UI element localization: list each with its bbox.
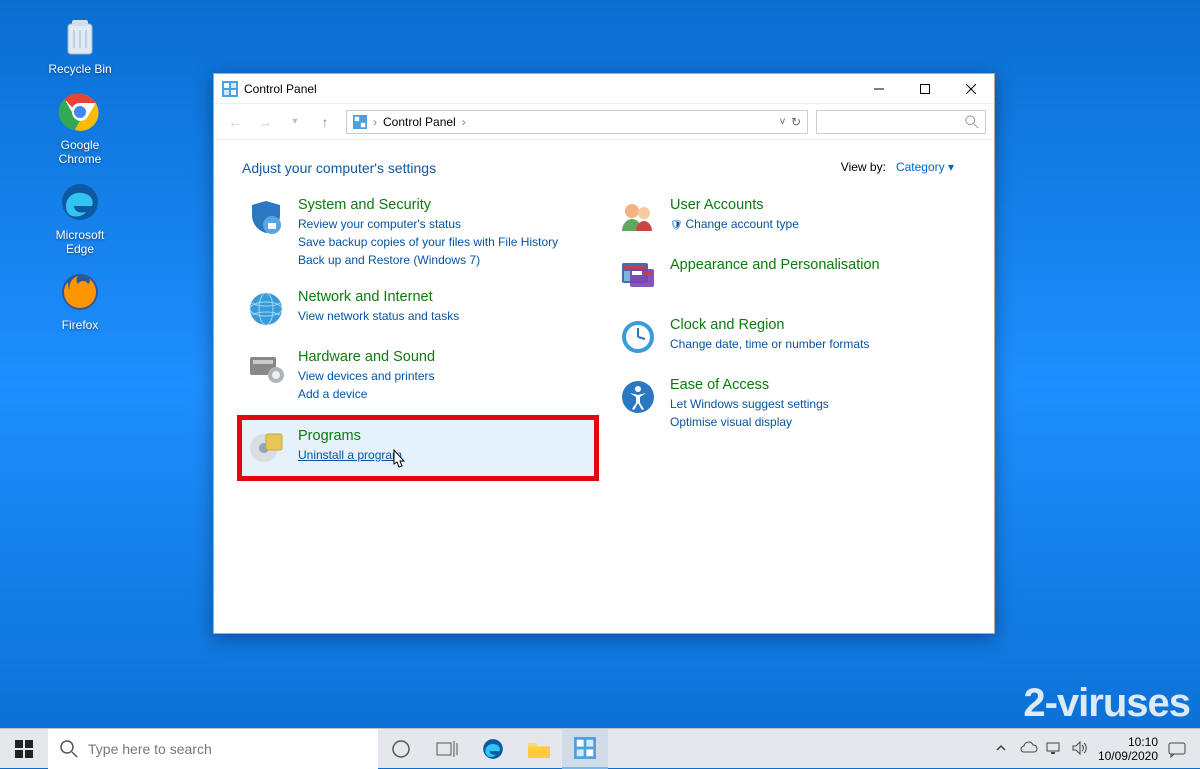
user-accounts-icon	[618, 197, 658, 237]
up-button[interactable]: ↑	[312, 109, 338, 135]
task-view-button[interactable]	[424, 729, 470, 769]
ease-of-access-icon	[618, 377, 658, 417]
control-panel-icon	[353, 115, 367, 129]
search-icon	[965, 115, 979, 129]
control-panel-icon	[222, 81, 238, 97]
category-users: User Accounts Change account type	[614, 194, 966, 240]
address-dropdown-icon[interactable]: v	[780, 116, 785, 127]
volume-icon[interactable]	[1072, 741, 1088, 757]
appearance-icon	[618, 257, 658, 297]
edge-icon	[58, 180, 102, 224]
category-title[interactable]: Ease of Access	[670, 377, 829, 393]
taskbar-search[interactable]: Type here to search	[48, 729, 378, 769]
close-button[interactable]	[948, 74, 994, 104]
taskbar-app-explorer[interactable]	[516, 729, 562, 769]
desktop-icon-chrome[interactable]: Google Chrome	[30, 90, 130, 166]
navbar: ← → ▾ ↑ › Control Panel › v ↻	[214, 104, 994, 140]
taskbar-clock[interactable]: 10:10 10/09/2020	[1098, 735, 1158, 763]
desktop-icon-label: Firefox	[30, 318, 130, 332]
content-area: Adjust your computer's settings View by:…	[214, 140, 994, 510]
category-link[interactable]: Change account type	[670, 215, 799, 235]
category-link[interactable]: View network status and tasks	[298, 307, 459, 325]
programs-icon	[246, 428, 286, 468]
taskbar-search-placeholder: Type here to search	[88, 741, 212, 757]
category-link[interactable]: Review your computer's status	[298, 215, 558, 233]
taskbar-app-edge[interactable]	[470, 729, 516, 769]
category-link[interactable]: Save backup copies of your files with Fi…	[298, 233, 558, 251]
control-panel-window: Control Panel ← → ▾ ↑ › Control Panel ›	[213, 73, 995, 634]
category-ease: Ease of Access Let Windows suggest setti…	[614, 374, 966, 434]
category-link[interactable]: Let Windows suggest settings	[670, 395, 829, 413]
category-link[interactable]: Back up and Restore (Windows 7)	[298, 251, 558, 269]
desktop-icon-label: Recycle Bin	[30, 62, 130, 76]
titlebar: Control Panel	[214, 74, 994, 104]
maximize-button[interactable]	[902, 74, 948, 104]
category-title[interactable]: System and Security	[298, 197, 558, 213]
desktop-icons: Recycle Bin Google Chrome Microsoft Edge…	[0, 10, 160, 346]
breadcrumb-root[interactable]: Control Panel	[383, 115, 456, 129]
desktop-icon-label: Microsoft Edge	[30, 228, 130, 256]
recent-dropdown[interactable]: ▾	[282, 109, 308, 135]
category-system-security: System and Security Review your computer…	[242, 194, 594, 272]
breadcrumb-sep: ›	[462, 115, 466, 129]
category-title[interactable]: Hardware and Sound	[298, 349, 435, 365]
view-by-dropdown[interactable]: Category ▾	[896, 160, 954, 174]
category-title[interactable]: Clock and Region	[670, 317, 869, 333]
uninstall-program-link[interactable]: Uninstall a program	[298, 446, 402, 464]
category-network: Network and Internet View network status…	[242, 286, 594, 332]
search-icon	[60, 740, 78, 758]
network-icon	[246, 289, 286, 329]
firefox-icon	[58, 270, 102, 314]
watermark: 2-viruses	[1023, 681, 1190, 726]
hardware-icon	[246, 349, 286, 389]
taskbar: Type here to search 10:10 10/09/2020	[0, 728, 1200, 768]
category-programs: Programs Uninstall a program	[242, 420, 594, 476]
category-link[interactable]: Change date, time or number formats	[670, 335, 869, 353]
recycle-bin-icon	[58, 14, 102, 58]
desktop-icon-firefox[interactable]: Firefox	[30, 270, 130, 332]
desktop-icon-label: Google Chrome	[30, 138, 130, 166]
category-title[interactable]: Programs	[298, 428, 402, 444]
clock-date: 10/09/2020	[1098, 749, 1158, 763]
category-title[interactable]: Network and Internet	[298, 289, 459, 305]
action-center-icon[interactable]	[1168, 741, 1190, 757]
view-by: View by: Category ▾	[841, 160, 954, 174]
taskbar-app-control-panel[interactable]	[562, 729, 608, 769]
category-title[interactable]: User Accounts	[670, 197, 799, 213]
desktop-icon-edge[interactable]: Microsoft Edge	[30, 180, 130, 256]
onedrive-icon[interactable]	[1020, 741, 1036, 757]
right-column: User Accounts Change account type Appear…	[614, 194, 966, 490]
desktop-icon-recycle-bin[interactable]: Recycle Bin	[30, 14, 130, 76]
forward-button[interactable]: →	[252, 109, 278, 135]
clock-icon	[618, 317, 658, 357]
category-appearance: Appearance and Personalisation	[614, 254, 966, 300]
back-button[interactable]: ←	[222, 109, 248, 135]
network-tray-icon[interactable]	[1046, 741, 1062, 757]
address-bar[interactable]: › Control Panel › v ↻	[346, 110, 808, 134]
category-link[interactable]: View devices and printers	[298, 367, 435, 385]
category-title[interactable]: Appearance and Personalisation	[670, 257, 880, 273]
window-title: Control Panel	[244, 82, 317, 96]
left-column: System and Security Review your computer…	[242, 194, 594, 490]
chrome-icon	[58, 90, 102, 134]
category-link[interactable]: Optimise visual display	[670, 413, 829, 431]
breadcrumb-sep: ›	[373, 115, 377, 129]
category-link[interactable]: Add a device	[298, 385, 435, 403]
minimize-button[interactable]	[856, 74, 902, 104]
category-clock: Clock and Region Change date, time or nu…	[614, 314, 966, 360]
clock-time: 10:10	[1098, 735, 1158, 749]
start-button[interactable]	[0, 729, 48, 769]
view-by-label: View by:	[841, 160, 886, 174]
category-hardware: Hardware and Sound View devices and prin…	[242, 346, 594, 406]
cortana-button[interactable]	[378, 729, 424, 769]
system-tray: 10:10 10/09/2020	[984, 735, 1200, 763]
refresh-button[interactable]: ↻	[791, 115, 801, 129]
system-security-icon	[246, 197, 286, 237]
search-input[interactable]	[816, 110, 986, 134]
tray-chevron-icon[interactable]	[994, 741, 1010, 757]
